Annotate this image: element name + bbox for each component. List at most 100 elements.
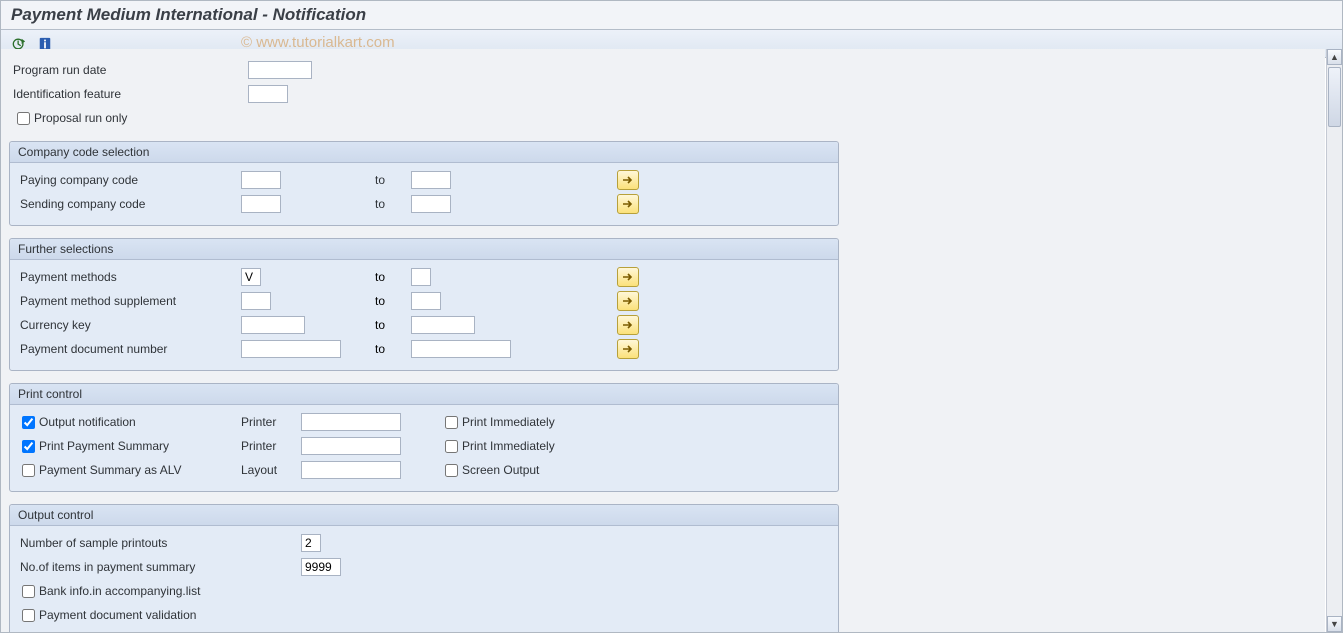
row-print-payment-summary: Print Payment Summary Printer Print Imme… [16,435,832,457]
to-label: to [305,318,411,332]
printer-label: Printer [241,439,301,453]
payment-method-supplement-to-input[interactable] [411,292,441,310]
scroll-up-icon[interactable]: ▲ [1327,49,1342,65]
row-program-run-date: Program run date [9,59,1317,81]
paying-company-code-from-input[interactable] [241,171,281,189]
row-payment-methods: Payment methods to [16,266,832,288]
program-run-date-input[interactable] [248,61,312,79]
scroll-thumb[interactable] [1328,67,1341,127]
identification-feature-label: Identification feature [13,87,248,101]
currency-key-to-input[interactable] [411,316,475,334]
print-immediately-checkbox[interactable]: Print Immediately [441,413,555,432]
proposal-run-only-input[interactable] [17,112,30,125]
group-company-code-selection: Company code selection Paying company co… [9,141,839,226]
num-items-payment-summary-input[interactable] [301,558,341,576]
layout-label: Layout [241,463,301,477]
row-proposal-run-only: Proposal run only [9,107,1317,129]
row-payment-document-validation: Payment document validation [16,604,832,626]
number-of-sample-printouts-label: Number of sample printouts [16,536,301,550]
print-immediately-input-2[interactable] [445,440,458,453]
payment-summary-alv-checkbox[interactable]: Payment Summary as ALV [16,461,241,480]
sending-company-code-from-input[interactable] [241,195,281,213]
payment-document-number-label: Payment document number [16,342,241,356]
currency-key-label: Currency key [16,318,241,332]
multiple-selection-icon[interactable] [617,339,639,359]
payment-summary-alv-input[interactable] [22,464,35,477]
multiple-selection-icon[interactable] [617,291,639,311]
row-currency-key: Currency key to [16,314,832,336]
payment-document-validation-checkbox[interactable]: Payment document validation [16,606,196,625]
proposal-run-only-label: Proposal run only [34,111,127,125]
number-of-sample-printouts-input[interactable] [301,534,321,552]
output-notification-input[interactable] [22,416,35,429]
paying-company-code-to-input[interactable] [411,171,451,189]
screen-output-input[interactable] [445,464,458,477]
print-payment-summary-input[interactable] [22,440,35,453]
bank-info-label: Bank info.in accompanying.list [39,584,200,598]
payment-document-validation-input[interactable] [22,609,35,622]
to-label: to [341,342,411,356]
row-num-items-payment-summary: No.of items in payment summary [16,556,832,578]
output-control-title: Output control [10,505,838,526]
content-scroll-area: Program run date Identification feature … [1,49,1325,632]
paying-company-code-label: Paying company code [16,173,241,187]
payment-method-supplement-label: Payment method supplement [16,294,241,308]
output-notification-label: Output notification [39,415,136,429]
row-payment-method-supplement: Payment method supplement to [16,290,832,312]
further-selections-title: Further selections [10,239,838,260]
screen-output-checkbox[interactable]: Screen Output [441,461,539,480]
payment-methods-label: Payment methods [16,270,241,284]
print-payment-summary-checkbox[interactable]: Print Payment Summary [16,437,241,456]
group-print-control: Print control Output notification Printe… [9,383,839,492]
print-immediately-checkbox-2[interactable]: Print Immediately [441,437,555,456]
payment-method-supplement-from-input[interactable] [241,292,271,310]
payment-document-validation-label: Payment document validation [39,608,196,622]
sending-company-code-to-input[interactable] [411,195,451,213]
currency-key-from-input[interactable] [241,316,305,334]
output-notification-checkbox[interactable]: Output notification [16,413,241,432]
group-output-control: Output control Number of sample printout… [9,504,839,632]
row-output-notification: Output notification Printer Print Immedi… [16,411,832,433]
multiple-selection-icon[interactable] [617,194,639,214]
print-immediately-input[interactable] [445,416,458,429]
identification-feature-input[interactable] [248,85,288,103]
vertical-scrollbar[interactable]: ▲ ▼ [1326,49,1342,632]
to-label: to [281,173,411,187]
row-sending-company-code: Sending company code to [16,193,832,215]
to-label: to [261,270,411,284]
bank-info-checkbox[interactable]: Bank info.in accompanying.list [16,582,200,601]
payment-document-number-to-input[interactable] [411,340,511,358]
row-number-of-sample-printouts: Number of sample printouts [16,532,832,554]
print-payment-summary-label: Print Payment Summary [39,439,169,453]
multiple-selection-icon[interactable] [617,267,639,287]
selection-screen: Program run date Identification feature … [1,49,1325,632]
payment-methods-from-input[interactable] [241,268,261,286]
to-label: to [271,294,411,308]
print-immediately-label-2: Print Immediately [462,439,555,453]
payment-summary-alv-label: Payment Summary as ALV [39,463,182,477]
print-payment-summary-printer-input[interactable] [301,437,401,455]
num-items-payment-summary-label: No.of items in payment summary [16,560,301,574]
proposal-run-only-checkbox[interactable]: Proposal run only [13,109,127,128]
to-label: to [281,197,411,211]
print-control-title: Print control [10,384,838,405]
layout-input[interactable] [301,461,401,479]
scroll-down-icon[interactable]: ▼ [1327,616,1342,632]
row-payment-document-number: Payment document number to [16,338,832,360]
texts-recipient-lang-checkbox[interactable]: Texts in recipient's lang. [16,630,166,633]
row-bank-info-accompanying-list: Bank info.in accompanying.list [16,580,832,602]
print-immediately-label: Print Immediately [462,415,555,429]
output-notification-printer-input[interactable] [301,413,401,431]
bank-info-input[interactable] [22,585,35,598]
company-code-selection-title: Company code selection [10,142,838,163]
multiple-selection-icon[interactable] [617,170,639,190]
payment-methods-to-input[interactable] [411,268,431,286]
screen-output-label: Screen Output [462,463,539,477]
program-run-date-label: Program run date [13,63,248,77]
payment-document-number-from-input[interactable] [241,340,341,358]
window-title: Payment Medium International - Notificat… [1,1,1342,30]
row-identification-feature: Identification feature [9,83,1317,105]
row-paying-company-code: Paying company code to [16,169,832,191]
sending-company-code-label: Sending company code [16,197,241,211]
multiple-selection-icon[interactable] [617,315,639,335]
